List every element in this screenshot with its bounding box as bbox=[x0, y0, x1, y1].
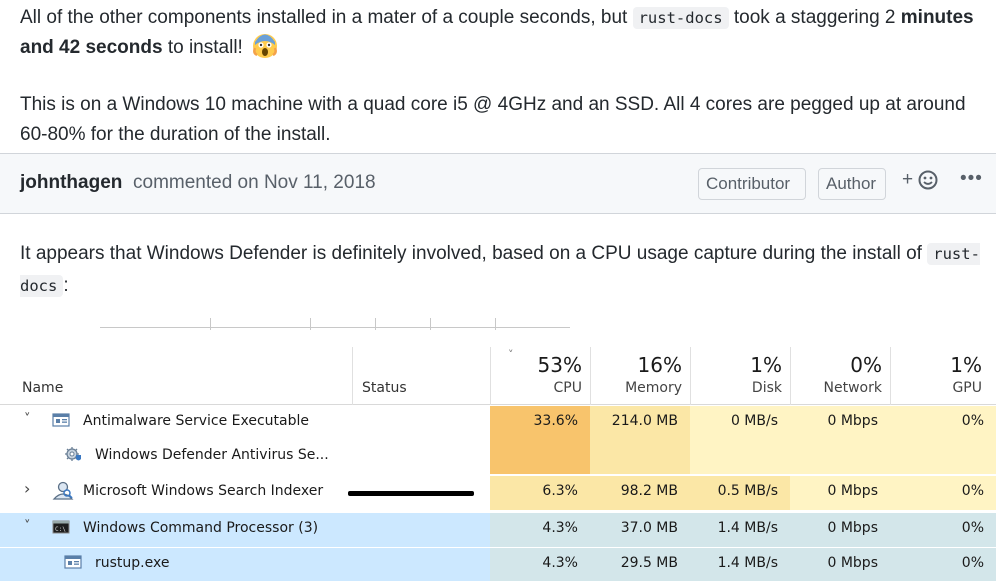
gear-shield-icon bbox=[65, 447, 81, 461]
process-name: Antimalware Service Executable bbox=[83, 413, 310, 429]
network-cell: 0 Mbps bbox=[790, 513, 890, 547]
cpu-total: 53% bbox=[537, 353, 582, 377]
tab-divider bbox=[210, 318, 211, 330]
disk-cell: 1.4 MB/s bbox=[690, 513, 790, 547]
network-cell: 0 Mbps bbox=[790, 476, 890, 510]
screaming-face-emoji-icon bbox=[253, 34, 278, 58]
memory-cell: 29.5 MB bbox=[590, 548, 690, 581]
disk-total: 1% bbox=[750, 353, 782, 377]
network-total: 0% bbox=[850, 353, 882, 377]
column-status[interactable]: Status bbox=[362, 380, 407, 396]
add-reaction-button[interactable]: + bbox=[902, 169, 938, 191]
collapse-chevron-icon[interactable]: ˅ bbox=[24, 519, 31, 534]
comment-paragraph-1: All of the other components installed in… bbox=[20, 3, 984, 63]
column-cpu[interactable]: 53% CPU bbox=[490, 347, 590, 405]
process-table-header: Name Status ˅ 53% CPU 16% Memory 1% Disk… bbox=[0, 347, 996, 405]
tab-divider bbox=[495, 318, 496, 330]
p3-text-end: : bbox=[63, 275, 69, 296]
contributor-badge: Contributor bbox=[698, 168, 806, 200]
task-manager-screenshot: Name Status ˅ 53% CPU 16% Memory 1% Disk… bbox=[0, 300, 996, 581]
disk-cell: 0.5 MB/s bbox=[690, 476, 790, 510]
process-name: Windows Command Processor (3) bbox=[83, 520, 319, 536]
cpu-cell: 4.3% bbox=[490, 513, 590, 547]
network-label: Network bbox=[823, 380, 882, 396]
tab-divider bbox=[310, 318, 311, 330]
column-name[interactable]: Name bbox=[22, 380, 63, 396]
process-row[interactable]: ˅ Antimalware Service Executable 33.6% 2… bbox=[0, 406, 996, 474]
gpu-cell: 0% bbox=[890, 513, 996, 547]
comment-author-link[interactable]: johnthagen bbox=[20, 172, 122, 194]
comment-paragraph-3: It appears that Windows Defender is defi… bbox=[20, 238, 986, 302]
svg-text:C:\: C:\ bbox=[55, 526, 66, 533]
tab-divider bbox=[430, 318, 431, 330]
network-cell: 0 Mbps bbox=[790, 548, 890, 581]
task-manager-tab-strip bbox=[100, 310, 570, 330]
comment-paragraph-2: This is on a Windows 10 machine with a q… bbox=[20, 94, 966, 145]
memory-total: 16% bbox=[637, 353, 682, 377]
process-row-child[interactable]: Windows Defender Antivirus Se... bbox=[0, 440, 996, 474]
comment-header: johnthagen commented on Nov 11, 2018 Con… bbox=[0, 153, 996, 214]
tab-divider bbox=[375, 318, 376, 330]
column-disk[interactable]: 1% Disk bbox=[690, 347, 790, 405]
cpu-cell: 6.3% bbox=[490, 476, 590, 510]
column-gpu[interactable]: 1% GPU bbox=[890, 347, 990, 405]
process-name: Microsoft Windows Search Indexer bbox=[83, 483, 324, 499]
disk-cell: 1.4 MB/s bbox=[690, 548, 790, 581]
author-badge: Author bbox=[818, 168, 886, 200]
memory-cell: 37.0 MB bbox=[590, 513, 690, 547]
memory-cell: 98.2 MB bbox=[590, 476, 690, 510]
collapse-chevron-icon[interactable]: ˅ bbox=[24, 412, 31, 427]
column-memory[interactable]: 16% Memory bbox=[590, 347, 690, 405]
column-network[interactable]: 0% Network bbox=[790, 347, 890, 405]
process-name: Windows Defender Antivirus Se... bbox=[95, 447, 329, 463]
app-window-icon bbox=[64, 555, 82, 569]
gpu-cell: 0% bbox=[890, 548, 996, 581]
search-user-icon bbox=[52, 481, 74, 500]
smiley-icon bbox=[918, 170, 938, 190]
gpu-cell: 0% bbox=[890, 476, 996, 510]
memory-label: Memory bbox=[625, 380, 682, 396]
gpu-total: 1% bbox=[950, 353, 982, 377]
gpu-label: GPU bbox=[952, 380, 982, 396]
cmd-icon: C:\ bbox=[52, 520, 70, 534]
column-divider bbox=[352, 347, 353, 405]
comment-timestamp[interactable]: commented on Nov 11, 2018 bbox=[133, 172, 376, 194]
cpu-cell: 4.3% bbox=[490, 548, 590, 581]
expand-chevron-icon[interactable]: › bbox=[24, 479, 30, 498]
p1-text-after: took a staggering 2 bbox=[728, 7, 901, 28]
inline-code: rust-docs bbox=[632, 7, 729, 29]
p1-text-before: All of the other components installed in… bbox=[20, 7, 633, 28]
process-name: rustup.exe bbox=[95, 555, 170, 571]
cpu-label: CPU bbox=[553, 380, 582, 396]
reaction-plus: + bbox=[902, 169, 914, 190]
process-row[interactable]: › Microsoft Windows Search Indexer 6.3% … bbox=[0, 476, 996, 510]
more-options-button[interactable]: ••• bbox=[960, 168, 983, 190]
app-window-icon bbox=[52, 413, 70, 427]
p1-text-end: to install! bbox=[162, 37, 243, 58]
process-row-selected[interactable]: ˅ C:\ Windows Command Processor (3) 4.3%… bbox=[0, 513, 996, 547]
disk-label: Disk bbox=[751, 380, 782, 396]
p3-text: It appears that Windows Defender is defi… bbox=[20, 243, 928, 264]
redaction-bar bbox=[348, 491, 474, 496]
process-row-child[interactable]: rustup.exe 4.3% 29.5 MB 1.4 MB/s 0 Mbps … bbox=[0, 548, 996, 581]
